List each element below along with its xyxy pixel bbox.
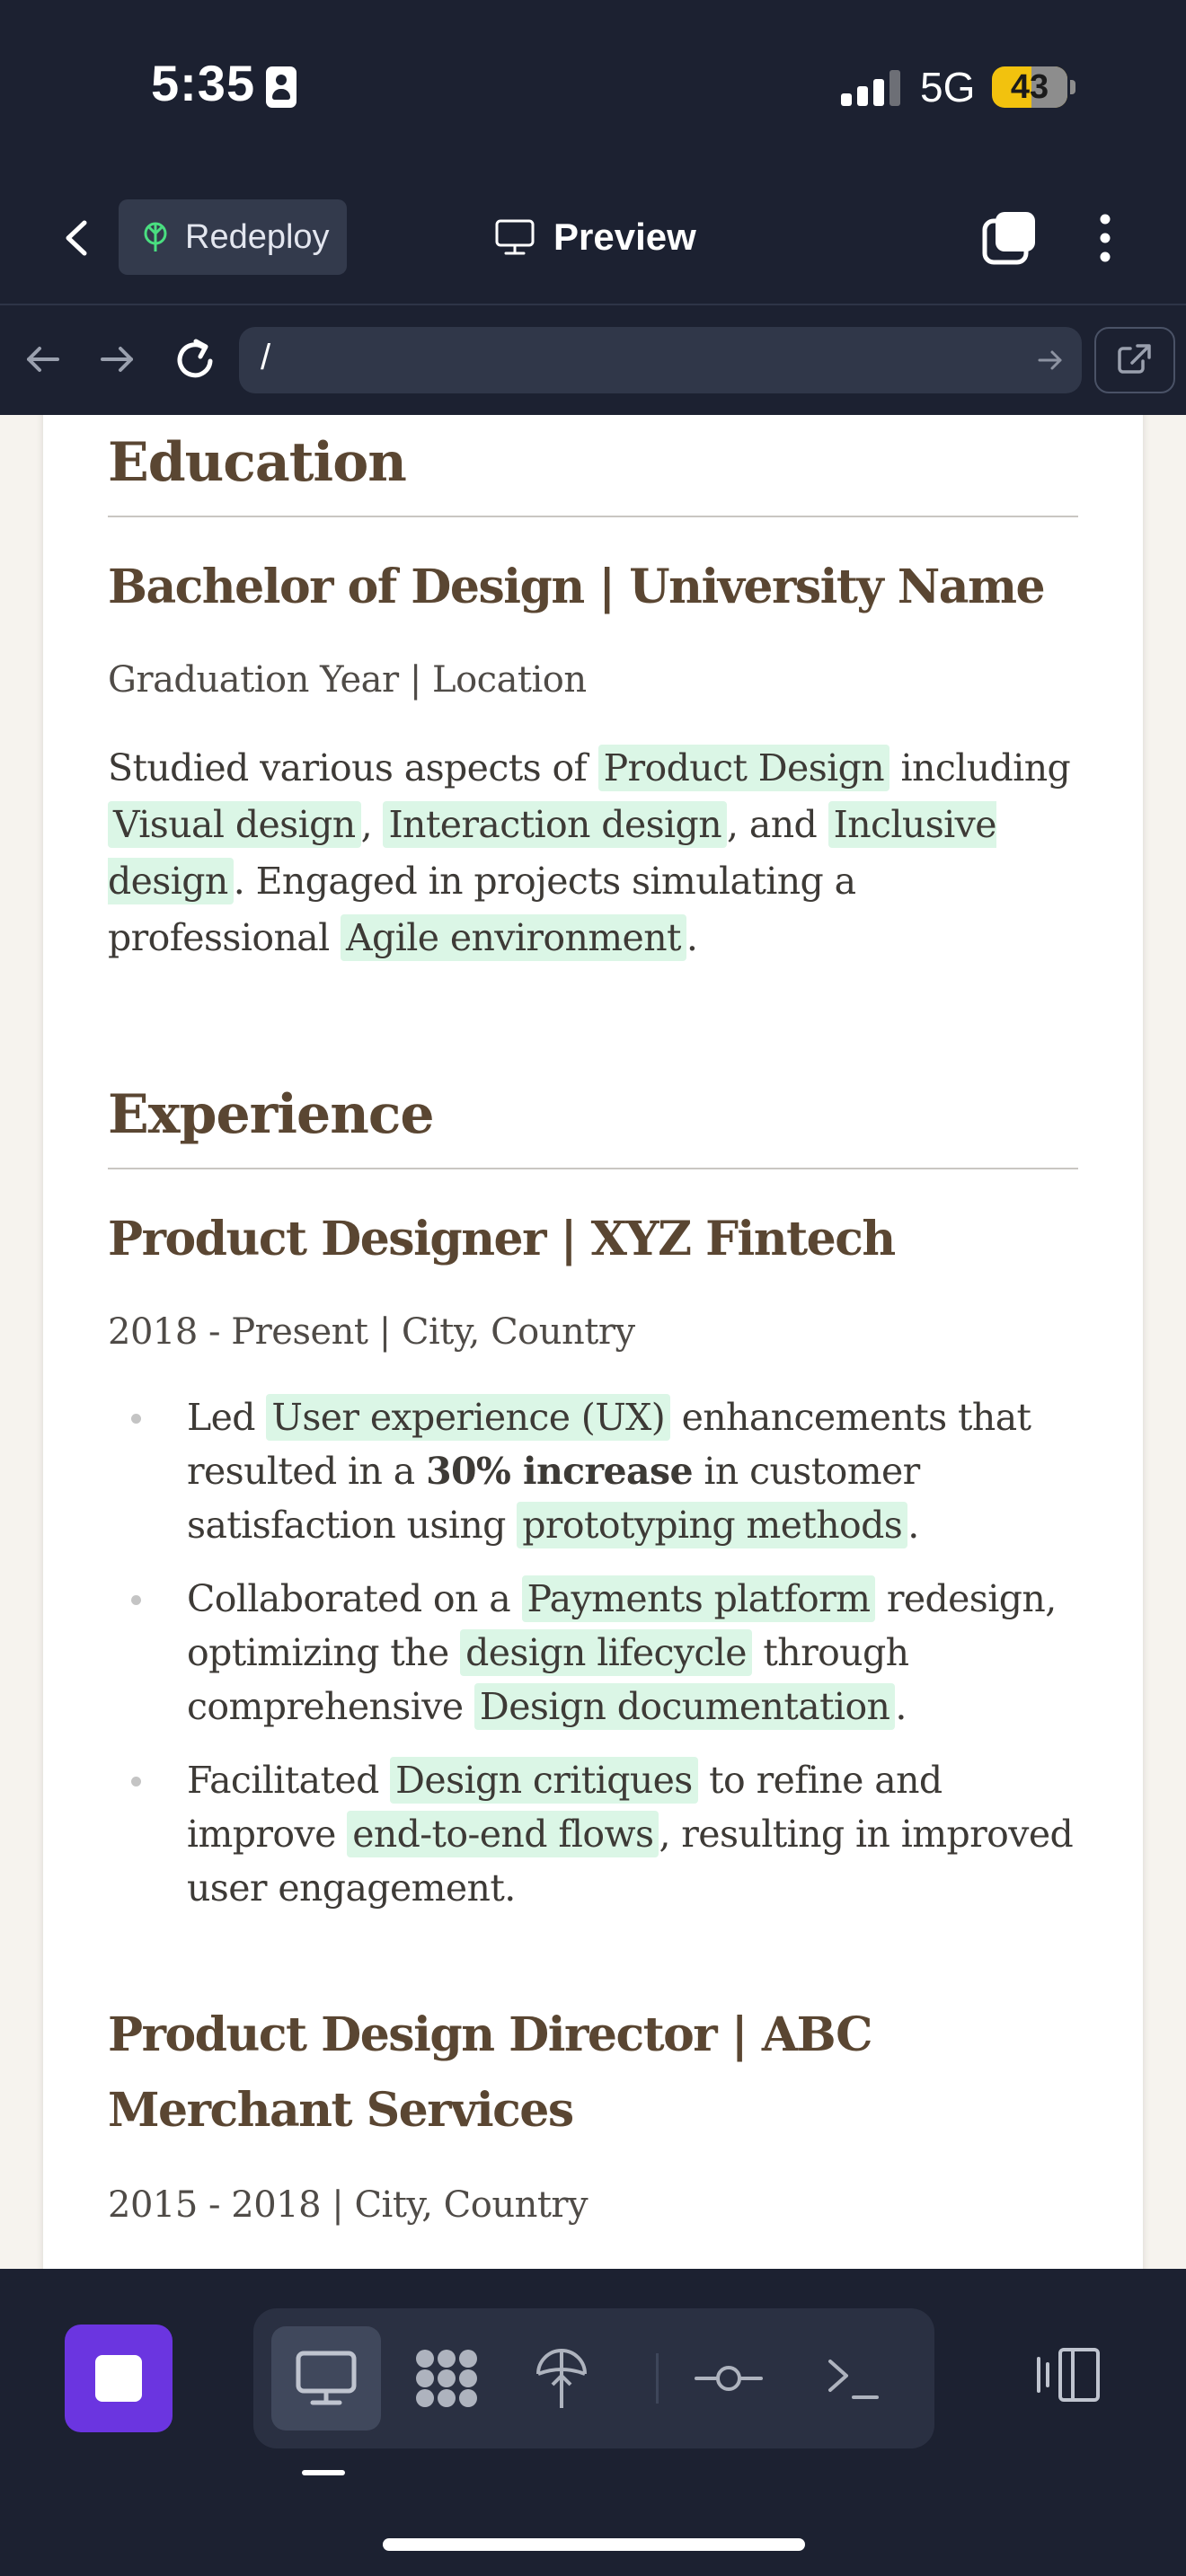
section-divider	[108, 516, 1078, 517]
skill-tag: end-to-end flows	[347, 1811, 659, 1857]
reload-button[interactable]	[171, 332, 221, 386]
more-vertical-icon	[1100, 214, 1111, 262]
resume-page: Education Bachelor of Design | Universit…	[43, 415, 1143, 2269]
bottom-toolbar	[0, 2269, 1186, 2576]
education-description: Studied various aspects of Product Desig…	[108, 745, 1071, 961]
browser-back-button[interactable]	[20, 336, 66, 383]
url-text: /	[261, 338, 271, 377]
skill-tag: Payments platform	[521, 1575, 876, 1622]
home-indicator[interactable]	[383, 2538, 805, 2551]
url-bar: /	[0, 305, 1186, 415]
skill-tag: Interaction design	[383, 801, 728, 848]
more-options-button[interactable]	[1087, 207, 1123, 269]
redeploy-label: Redeploy	[185, 217, 330, 256]
battery-icon: 43	[992, 66, 1067, 108]
git-commit-icon	[695, 2366, 763, 2391]
redeploy-button[interactable]: Redeploy	[119, 199, 347, 275]
skill-tag: design lifecycle	[460, 1629, 752, 1676]
job-title: Product Designer | XYZ Fintech	[108, 1212, 896, 1266]
education-heading: Education	[108, 431, 407, 494]
list-item: Led User experience (UX) enhancements th…	[108, 1390, 1100, 1552]
monitor-icon	[296, 2351, 357, 2405]
tool-terminal[interactable]	[798, 2326, 907, 2430]
tabs-button[interactable]	[979, 207, 1042, 269]
arrow-left-icon	[27, 347, 59, 372]
battery-percent: 43	[1010, 68, 1049, 106]
skill-tag: Visual design	[108, 801, 361, 848]
list-item: Collaborated on a Payments platform rede…	[108, 1572, 1100, 1734]
open-external-button[interactable]	[1094, 327, 1175, 393]
monitor-icon	[495, 219, 535, 255]
section-divider	[108, 1168, 1078, 1169]
toolbar-divider	[656, 2353, 659, 2404]
cellular-signal-icon	[841, 70, 900, 106]
job-meta: 2018 - Present | City, Country	[108, 1311, 635, 1353]
tool-deploy[interactable]	[507, 2326, 616, 2430]
person-badge-icon	[266, 66, 296, 108]
network-type: 5G	[920, 64, 976, 110]
skill-tag: Design critiques	[390, 1757, 698, 1804]
experience-heading: Experience	[108, 1083, 435, 1146]
skill-tag: User experience (UX)	[266, 1394, 671, 1441]
job-bullets: Led User experience (UX) enhancements th…	[108, 1390, 1100, 1935]
chevron-left-icon	[66, 220, 87, 256]
battery-tip	[1070, 80, 1075, 94]
active-tab-indicator	[302, 2470, 345, 2475]
preview-viewport[interactable]: Education Bachelor of Design | Universit…	[0, 415, 1186, 2269]
status-time: 5:35	[151, 55, 256, 111]
preview-title: Preview	[494, 205, 696, 269]
tool-git[interactable]	[674, 2326, 783, 2430]
app-header: Redeploy Preview	[0, 171, 1186, 305]
reload-icon	[177, 339, 213, 378]
tabs-icon	[982, 212, 1035, 265]
skill-tag: Product Design	[597, 745, 890, 791]
status-bar: 5:35 5G 43	[0, 0, 1186, 171]
url-input[interactable]: /	[239, 327, 1082, 393]
external-link-icon	[1118, 344, 1151, 374]
terminal-icon	[828, 2360, 879, 2399]
arrow-right-icon	[101, 347, 133, 372]
panel-toggle-icon	[1037, 2348, 1100, 2402]
back-button[interactable]	[52, 207, 102, 269]
browser-forward-button[interactable]	[93, 336, 140, 383]
packages-icon	[416, 2350, 477, 2407]
skill-tag: Design documentation	[474, 1683, 896, 1730]
preview-title-label: Preview	[553, 216, 696, 258]
toggle-panel-button[interactable]	[1033, 2339, 1105, 2411]
tool-packages[interactable]	[392, 2326, 501, 2430]
skill-tag: prototyping methods	[517, 1502, 908, 1548]
deploy-icon	[536, 2349, 587, 2408]
job-title: Product Design Director | ABC Merchant S…	[108, 2007, 872, 2138]
degree-meta: Graduation Year | Location	[108, 659, 587, 701]
stop-button[interactable]	[65, 2325, 173, 2432]
degree-title: Bachelor of Design | University Name	[108, 560, 1046, 614]
list-item: Facilitated Design critiques to refine a…	[108, 1753, 1100, 1915]
tool-group	[253, 2308, 934, 2448]
skill-tag: Agile environment	[341, 914, 686, 961]
go-arrow-icon[interactable]	[1035, 345, 1066, 375]
tool-preview[interactable]	[271, 2326, 381, 2430]
deploy-icon	[144, 222, 167, 251]
job-meta: 2015 - 2018 | City, Country	[108, 2184, 589, 2226]
